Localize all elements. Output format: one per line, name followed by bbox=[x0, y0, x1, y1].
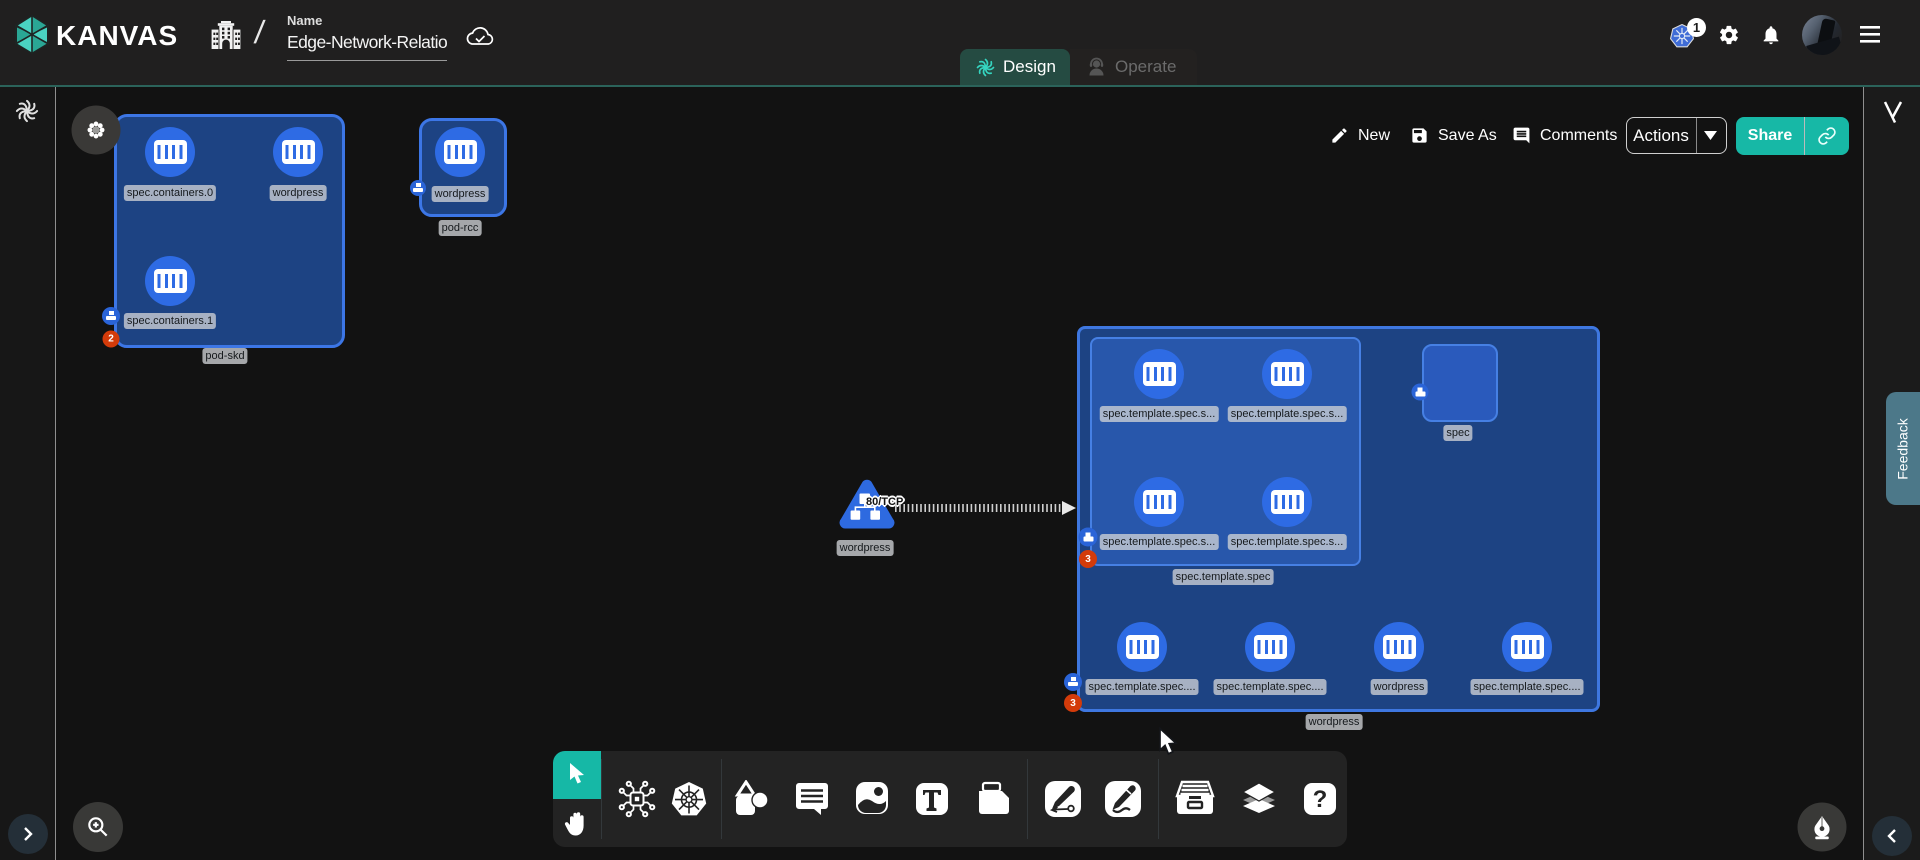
svg-text:?: ? bbox=[1313, 786, 1328, 813]
